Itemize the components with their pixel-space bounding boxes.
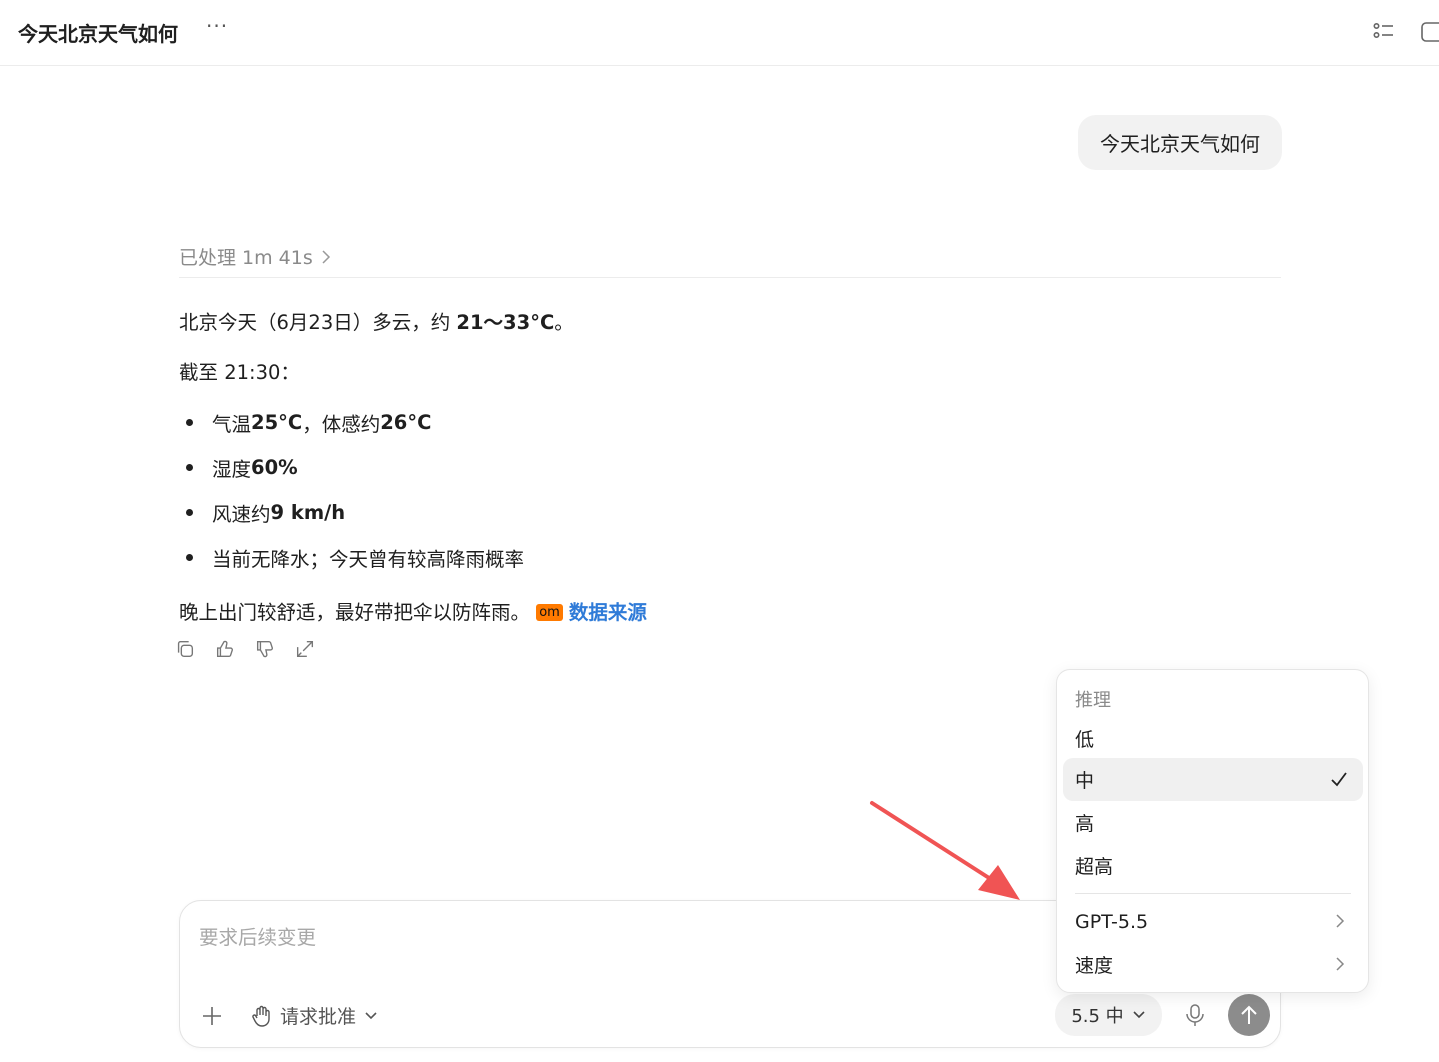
reasoning-option-ultra[interactable]: 超高 [1063,844,1363,887]
divider [179,277,1281,278]
bullet-mid: ，体感约 [302,413,381,436]
reasoning-option-medium[interactable]: 中 [1063,758,1363,801]
closing-text: 晚上出门较舒适，最好带把伞以防阵雨。 [179,601,531,624]
approve-label: 请求批准 [280,1006,357,1028]
list-item: 当前无降水；今天曾有较高降雨概率 [186,535,786,580]
copy-icon[interactable] [174,638,196,660]
follow-up-input[interactable] [197,925,897,950]
hand-icon [252,1005,270,1027]
send-button[interactable] [1228,994,1270,1036]
processed-label: 已处理 1m 41s [179,247,313,269]
bullet-label: 湿度 [212,458,252,481]
conversation-title: 今天北京天气如何 [18,22,178,46]
top-bar: 今天北京天气如何 ··· [0,0,1439,66]
reasoning-option-low[interactable]: 低 [1063,717,1363,760]
plus-icon[interactable] [200,1004,224,1028]
red-arrow-annotation [870,801,1020,900]
model-submenu[interactable]: GPT-5.5 [1063,900,1363,943]
option-label: 低 [1075,729,1095,751]
more-options-button[interactable]: ··· [206,14,228,38]
source-link[interactable]: 数据来源 [569,601,647,624]
list-icon[interactable] [1372,20,1396,44]
bullet-label: 风速约 [212,503,271,526]
chevron-right-icon [322,249,330,264]
dropdown-header: 推理 [1075,690,1111,711]
bullet-label: 气温 [212,413,252,436]
bullet-value: 9 km/h [270,501,346,524]
panel-icon[interactable] [1420,20,1439,44]
option-label: GPT-5.5 [1075,910,1149,933]
bullet-value: 25°C [251,411,303,434]
source-badge: om [536,604,563,621]
microphone-icon[interactable] [1184,1003,1206,1027]
as-of-time: 截至 21:30： [179,361,300,384]
summary-text: 北京今天（6月23日）多云，约 [179,311,457,334]
list-item: 风速约 9 km/h [186,490,786,535]
list-item: 气温 25°C ，体感约 26°C [186,400,786,445]
reasoning-dropdown: 推理 低 中 高 超高 GPT-5.5 速度 [1056,669,1369,993]
thumbs-down-icon[interactable] [254,638,276,660]
request-approval-dropdown[interactable]: 请求批准 [252,1002,378,1029]
arrow-up-icon [1241,1005,1257,1024]
bullet-value: 60% [251,456,298,479]
dropdown-divider [1075,893,1351,894]
model-selector[interactable]: 5.5 中 [1055,994,1162,1036]
weather-summary: 北京今天（6月23日）多云，约 21～33°C。 [179,306,574,335]
closing-line: 晚上出门较舒适，最好带把伞以防阵雨。 om 数据来源 [179,596,647,625]
message-actions [174,638,316,660]
option-label: 中 [1075,770,1095,792]
option-label: 高 [1075,813,1095,835]
list-item: 湿度 60% [186,445,786,490]
speed-submenu[interactable]: 速度 [1063,943,1363,986]
reasoning-option-high[interactable]: 高 [1063,801,1363,844]
chevron-down-icon [1133,1011,1145,1019]
chevron-down-icon [365,1011,377,1019]
weather-bullets: 气温 25°C ，体感约 26°C 湿度 60% 风速约 9 km/h 当前无降水… [186,400,786,580]
option-label: 超高 [1075,856,1114,878]
processed-toggle[interactable]: 已处理 1m 41s [179,243,331,270]
model-label: 5.5 中 [1071,1006,1124,1027]
summary-temp: 21～33°C [456,311,555,334]
user-message: 今天北京天气如何 [1078,115,1282,170]
chevron-right-icon [1336,957,1345,971]
chevron-right-icon [1336,914,1345,928]
option-label: 速度 [1075,955,1114,977]
check-icon [1331,772,1347,787]
thumbs-up-icon[interactable] [214,638,236,660]
bullet-value2: 26°C [380,411,432,434]
bullet-label: 当前无降水；今天曾有较高降雨概率 [212,548,525,571]
summary-suffix: 。 [554,311,574,334]
share-icon[interactable] [294,638,316,660]
